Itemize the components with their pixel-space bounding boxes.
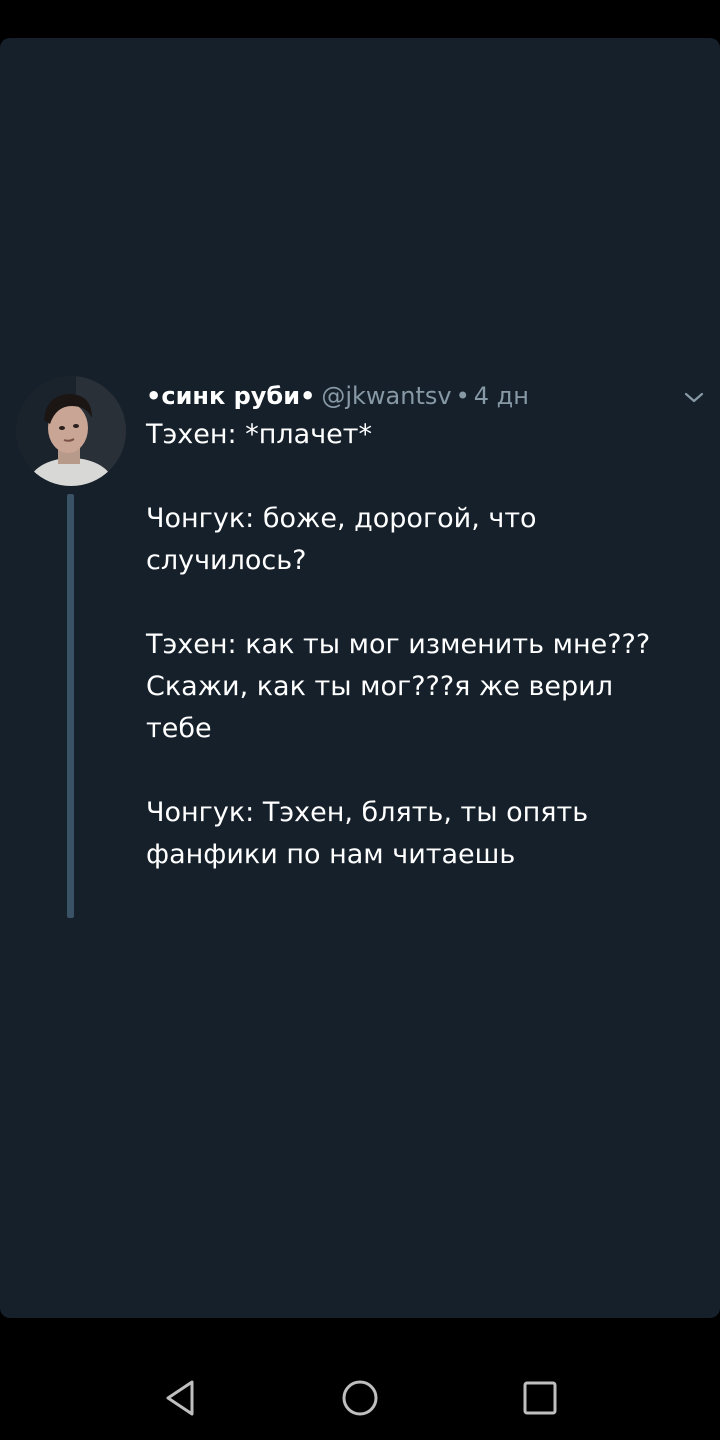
recent-apps-square-icon[interactable] xyxy=(518,1376,562,1420)
thread-line xyxy=(67,494,74,918)
avatar[interactable] xyxy=(16,376,126,486)
timestamp[interactable]: 4 дн xyxy=(474,382,529,410)
back-triangle-icon[interactable] xyxy=(158,1376,202,1420)
tweet-header: •синк руби• @jkwantsv • 4 дн xyxy=(146,376,686,416)
chevron-down-icon[interactable] xyxy=(680,386,708,408)
avatar-photo xyxy=(16,376,126,486)
tweet-paragraph: Тэхен: как ты мог изменить мне??? Скажи,… xyxy=(146,629,659,744)
home-circle-icon[interactable] xyxy=(338,1376,382,1420)
separator-dot: • xyxy=(455,382,470,410)
tweet-paragraph: Тэхен: *плачет* xyxy=(146,419,372,450)
display-name[interactable]: •синк руби• xyxy=(146,382,315,410)
handle[interactable]: @jkwantsv xyxy=(321,382,451,410)
screen: •синк руби• @jkwantsv • 4 дн Тэхен: *плачет… xyxy=(0,0,720,1440)
tweet-paragraph: Чонгук: боже, дорогой, что случилось? xyxy=(146,503,546,576)
status-bar-area xyxy=(0,0,720,38)
tweet-text: Тэхен: *плачет* Чонгук: боже, дорогой, ч… xyxy=(146,414,686,876)
tweet-paragraph: Чонгук: Тэхен, блять, ты опять фанфики п… xyxy=(146,797,597,870)
